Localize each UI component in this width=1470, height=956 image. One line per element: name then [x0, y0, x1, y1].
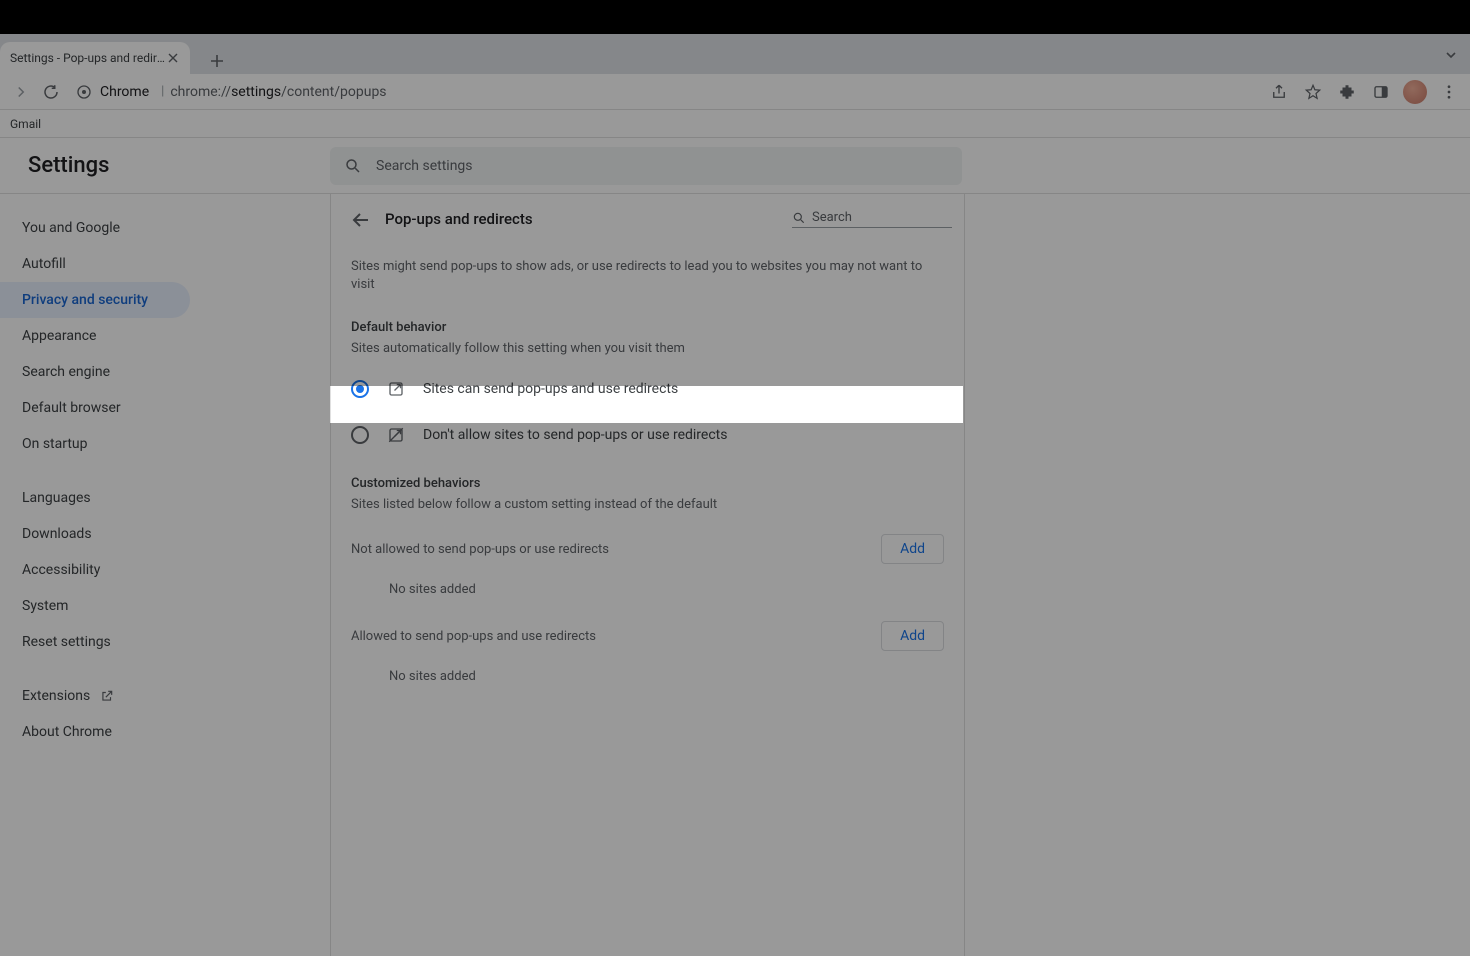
- radio-allow-popups[interactable]: Sites can send pop-ups and use redirects: [331, 366, 964, 412]
- url-path: chrome://settings/content/popups: [170, 84, 386, 100]
- settings-header: Settings Search settings: [0, 138, 1470, 194]
- bookmark-star-icon[interactable]: [1298, 77, 1328, 107]
- allowed-label: Allowed to send pop-ups and use redirect…: [351, 629, 596, 644]
- default-behavior-subtitle: Sites automatically follow this setting …: [331, 337, 964, 366]
- settings-app: Settings Search settings You and Google …: [0, 138, 1470, 956]
- popup-allow-icon: [387, 380, 405, 398]
- sidebar-item-default-browser[interactable]: Default browser: [0, 390, 190, 426]
- allowed-empty-text: No sites added: [331, 651, 964, 696]
- external-link-icon: [100, 689, 114, 703]
- not-allowed-row: Not allowed to send pop-ups or use redir…: [331, 522, 964, 564]
- sidebar-item-you-and-google[interactable]: You and Google: [0, 210, 190, 246]
- toolbar-right: [1264, 77, 1464, 107]
- customized-subtitle: Sites listed below follow a custom setti…: [331, 493, 964, 522]
- share-icon[interactable]: [1264, 77, 1294, 107]
- sidebar-item-extensions[interactable]: Extensions: [0, 678, 190, 714]
- customized-title: Customized behaviors: [331, 458, 964, 493]
- url-scheme-label: Chrome: [100, 84, 149, 100]
- allowed-row: Allowed to send pop-ups and use redirect…: [331, 609, 964, 651]
- kebab-menu-icon[interactable]: [1434, 77, 1464, 107]
- back-arrow-icon[interactable]: [343, 202, 377, 236]
- add-allowed-button[interactable]: Add: [881, 621, 944, 651]
- radio-block-popups[interactable]: Don't allow sites to send pop-ups or use…: [331, 412, 964, 458]
- settings-title: Settings: [28, 153, 109, 178]
- bookmarks-bar: Gmail: [0, 110, 1470, 138]
- sidebar-item-downloads[interactable]: Downloads: [0, 516, 190, 552]
- sidebar-item-system[interactable]: System: [0, 588, 190, 624]
- url-divider: |: [161, 84, 164, 99]
- new-tab-button[interactable]: [202, 46, 232, 76]
- reload-button[interactable]: [36, 77, 66, 107]
- radio-button-icon: [351, 380, 369, 398]
- tab-title: Settings - Pop-ups and redirec: [10, 51, 166, 65]
- sidebar-item-accessibility[interactable]: Accessibility: [0, 552, 190, 588]
- toolbar: Chrome | chrome://settings/content/popup…: [0, 74, 1470, 110]
- forward-button[interactable]: [6, 77, 36, 107]
- not-allowed-empty-text: No sites added: [331, 564, 964, 609]
- content-header: Pop-ups and redirects Search: [331, 194, 964, 244]
- sidebar-item-on-startup[interactable]: On startup: [0, 426, 190, 462]
- sidebar-item-label: Extensions: [22, 688, 90, 704]
- side-panel-icon[interactable]: [1366, 77, 1396, 107]
- sidebar-item-about-chrome[interactable]: About Chrome: [0, 714, 190, 750]
- window-top-black: [0, 0, 1470, 34]
- search-icon: [344, 157, 362, 175]
- sidebar-item-search-engine[interactable]: Search engine: [0, 354, 190, 390]
- page-title: Pop-ups and redirects: [385, 210, 533, 228]
- extensions-icon[interactable]: [1332, 77, 1362, 107]
- browser-tab[interactable]: Settings - Pop-ups and redirec: [0, 42, 190, 74]
- bookmark-item[interactable]: Gmail: [4, 115, 47, 133]
- not-allowed-label: Not allowed to send pop-ups or use redir…: [351, 542, 609, 557]
- sidebar-item-appearance[interactable]: Appearance: [0, 318, 190, 354]
- profile-avatar[interactable]: [1400, 77, 1430, 107]
- content-search-input[interactable]: Search: [792, 210, 952, 228]
- popup-block-icon: [387, 426, 405, 444]
- settings-main: Pop-ups and redirects Search Sites might…: [330, 194, 965, 956]
- intro-text: Sites might send pop-ups to show ads, or…: [331, 244, 964, 302]
- site-info-icon[interactable]: [76, 84, 92, 100]
- tab-strip: Settings - Pop-ups and redirec: [0, 34, 1470, 74]
- radio-button-icon: [351, 426, 369, 444]
- sidebar-item-reset-settings[interactable]: Reset settings: [0, 624, 190, 660]
- search-placeholder: Search settings: [376, 158, 473, 174]
- sidebar-item-privacy-and-security[interactable]: Privacy and security: [0, 282, 190, 318]
- address-bar[interactable]: Chrome | chrome://settings/content/popup…: [66, 78, 1264, 106]
- add-not-allowed-button[interactable]: Add: [881, 534, 944, 564]
- radio-label: Sites can send pop-ups and use redirects: [423, 381, 678, 397]
- tab-list-chevron-icon[interactable]: [1444, 48, 1458, 62]
- sidebar-item-autofill[interactable]: Autofill: [0, 246, 190, 282]
- radio-label: Don't allow sites to send pop-ups or use…: [423, 427, 727, 443]
- content-search-placeholder: Search: [812, 210, 852, 225]
- search-icon: [792, 211, 806, 225]
- close-tab-icon[interactable]: [166, 51, 180, 65]
- settings-sidebar: You and Google Autofill Privacy and secu…: [0, 194, 300, 956]
- sidebar-item-languages[interactable]: Languages: [0, 480, 190, 516]
- search-settings-input[interactable]: Search settings: [330, 147, 962, 185]
- default-behavior-title: Default behavior: [331, 302, 964, 337]
